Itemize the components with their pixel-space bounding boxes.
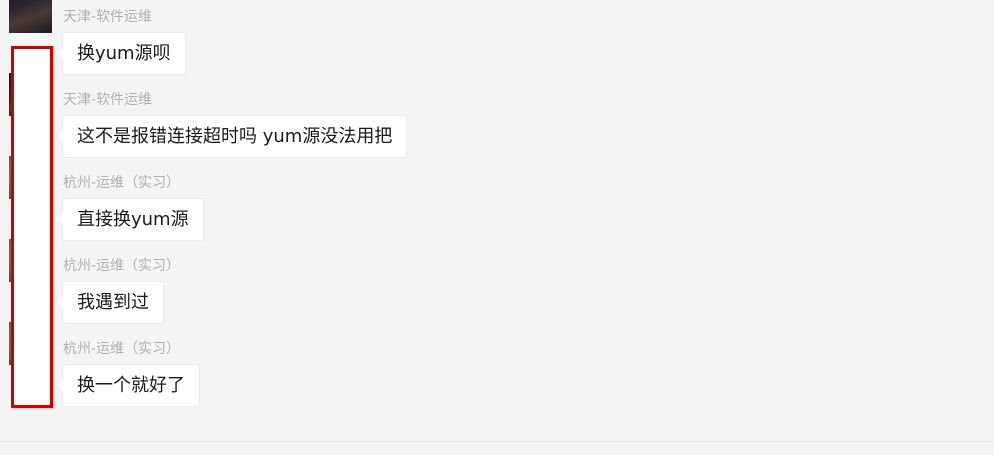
avatar[interactable] [9, 0, 52, 33]
chat-message: 杭州-运维（实习） 我遇到过 [0, 232, 994, 324]
redaction-overlay [11, 46, 53, 408]
chat-message: 天津-软件运维 这不是报错连接超时吗 yum源没法用把 [0, 66, 994, 158]
sender-name: 杭州-运维（实习） [63, 175, 181, 191]
sender-name: 天津-软件运维 [63, 9, 153, 25]
chat-message: 天津-软件运维 换yum源呗 [0, 0, 994, 75]
divider [0, 441, 994, 442]
chat-message-list: 天津-软件运维 换yum源呗 天津-软件运维 这不是报错连接超时吗 yum源没法… [0, 0, 994, 455]
chat-message: 杭州-运维（实习） 换一个就好了 [0, 315, 994, 407]
sender-name: 杭州-运维（实习） [63, 258, 181, 274]
message-bubble[interactable]: 换一个就好了 [57, 364, 200, 407]
sender-name: 杭州-运维（实习） [63, 341, 181, 357]
chat-message: 杭州-运维（实习） 直接换yum源 [0, 149, 994, 241]
sender-name: 天津-软件运维 [63, 92, 153, 108]
